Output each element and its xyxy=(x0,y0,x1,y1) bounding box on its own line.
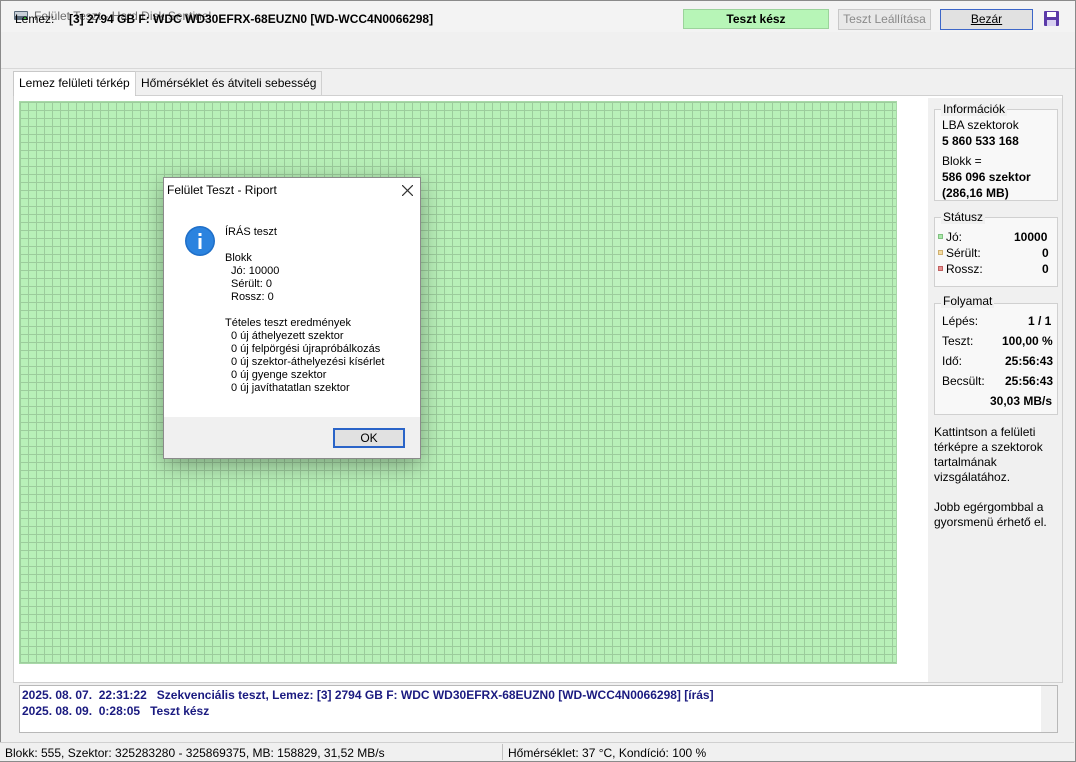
status-temperature: Hőmérséklet: 37 °C, Kondíció: 100 % xyxy=(508,746,707,760)
info-icon xyxy=(185,226,215,256)
help-line: Jobb egérgombbal a xyxy=(934,500,1044,514)
dialog-results-title: Tételes teszt eredmények xyxy=(225,317,351,329)
test-status-badge: Teszt kész xyxy=(683,9,829,29)
dialog-result-line: 0 új javíthatatlan szektor xyxy=(231,382,350,394)
bad-value: 0 xyxy=(1042,262,1049,276)
damaged-label: Sérült: xyxy=(946,246,981,260)
log-entry: 2025. 08. 07. 22:31:22 Szekvenciális tes… xyxy=(22,688,714,702)
block-size: (286,16 MB) xyxy=(942,186,1009,200)
step-label: Lépés: xyxy=(942,314,979,328)
dialog-block-line: Rossz: 0 xyxy=(231,291,274,303)
status-title: Státusz xyxy=(941,210,986,224)
good-value: 10000 xyxy=(1014,230,1048,244)
close-button[interactable]: Bezár xyxy=(940,9,1033,30)
test-value: 100,00 % xyxy=(1002,334,1053,348)
disk-label: Lemez: xyxy=(15,12,55,26)
damaged-value: 0 xyxy=(1042,246,1049,260)
info-title: Információk xyxy=(941,102,1008,116)
tab-temperature-speed[interactable]: Hőmérséklet és átviteli sebesség xyxy=(135,71,323,95)
dialog-result-line: 0 új áthelyezett szektor xyxy=(231,330,344,342)
estimated-label: Becsült: xyxy=(942,374,985,388)
dialog-result-line: 0 új gyenge szektor xyxy=(231,369,327,381)
block-value: 586 096 szektor xyxy=(942,170,1031,184)
good-color-swatch xyxy=(938,234,943,239)
time-value: 25:56:43 xyxy=(1005,354,1054,368)
status-block-info: Blokk: 555, Szektor: 325283280 - 3258693… xyxy=(5,746,385,760)
dialog-close-button[interactable] xyxy=(395,178,419,202)
speed-value: 30,03 MB/s xyxy=(990,394,1053,408)
dialog-title: Felület Teszt - Riport xyxy=(167,183,277,197)
help-line: gyorsmenü érhető el. xyxy=(934,515,1047,529)
progress-title: Folyamat xyxy=(941,294,995,308)
dialog-block-line: Sérült: 0 xyxy=(231,278,272,290)
map-margin xyxy=(897,101,927,678)
bad-color-swatch xyxy=(938,266,943,271)
dialog-block-line: Jó: 10000 xyxy=(231,265,280,277)
ok-button[interactable]: OK xyxy=(333,428,405,448)
help-line: vizsgálatához. xyxy=(934,470,1011,484)
disk-bar xyxy=(1,32,1075,69)
lba-value: 5 860 533 168 xyxy=(942,134,1019,148)
stop-test-button[interactable]: Teszt Leállítása xyxy=(838,9,931,30)
tab-surface-map[interactable]: Lemez felületi térkép xyxy=(13,71,136,96)
help-line: Kattintson a felületi xyxy=(934,425,1036,439)
help-line: tartalmának xyxy=(934,455,997,469)
save-icon[interactable] xyxy=(1043,10,1060,27)
log-entry: 2025. 08. 09. 0:28:05 Teszt kész xyxy=(22,704,210,718)
log-scrollbar[interactable] xyxy=(1041,686,1057,732)
status-divider xyxy=(502,744,503,760)
step-value: 1 / 1 xyxy=(1028,314,1052,328)
help-line: térképre a szektorok xyxy=(934,440,1043,454)
block-label: Blokk = xyxy=(942,154,982,168)
estimated-value: 25:56:43 xyxy=(1005,374,1054,388)
help-text-rightclick: Jobb egérgombbal a gyorsmenü érhető el. xyxy=(934,500,1059,530)
close-icon xyxy=(401,184,413,196)
test-label: Teszt: xyxy=(942,334,974,348)
time-label: Idő: xyxy=(942,354,963,368)
dialog-heading: ÍRÁS teszt xyxy=(225,226,277,238)
damaged-color-swatch xyxy=(938,250,943,255)
dialog-block-title: Blokk xyxy=(225,252,252,264)
bad-label: Rossz: xyxy=(946,262,983,276)
help-text-click: Kattintson a felületi térképre a szektor… xyxy=(934,425,1059,485)
dialog-result-line: 0 új szektor-áthelyezési kísérlet xyxy=(231,356,385,368)
disk-selector[interactable]: [3] 2794 GB F: WDC WD30EFRX-68EUZN0 [WD-… xyxy=(69,12,433,26)
good-label: Jó: xyxy=(946,230,963,244)
dialog-result-line: 0 új felpörgési újrapróbálkozás xyxy=(231,343,381,355)
lba-label: LBA szektorok xyxy=(942,118,1019,132)
surface-map[interactable] xyxy=(19,101,897,664)
